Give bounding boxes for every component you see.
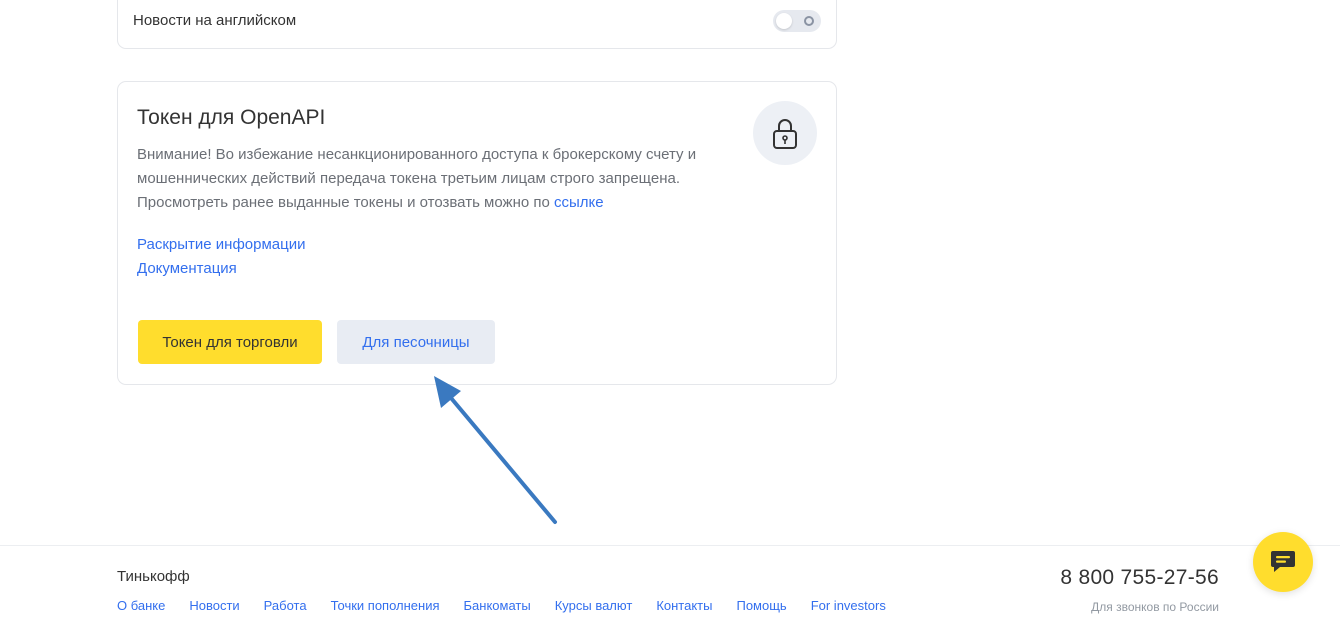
english-news-setting: Новости на английском — [117, 0, 837, 49]
footer-nav: О банке Новости Работа Точки пополнения … — [117, 598, 886, 613]
toggle-off-icon — [804, 16, 814, 26]
disclosure-link[interactable]: Раскрытие информации — [137, 233, 306, 257]
chat-button[interactable] — [1253, 532, 1313, 592]
openapi-token-card: Токен для OpenAPI Внимание! Во избежание… — [117, 81, 837, 385]
warning-line-1: Внимание! Во избежание несанкционированн… — [137, 146, 697, 163]
support-phone[interactable]: 8 800 755-27-56 — [1060, 566, 1219, 590]
footer-link-contacts[interactable]: Контакты — [656, 598, 712, 613]
footer-link-atms[interactable]: Банкоматы — [464, 598, 531, 613]
english-news-toggle[interactable] — [773, 10, 821, 32]
footer-link-investors[interactable]: For investors — [811, 598, 886, 613]
lock-badge — [753, 101, 817, 165]
lock-icon — [773, 119, 797, 149]
english-news-label: Новости на английском — [133, 12, 297, 29]
page: Новости на английском Токен для OpenAPI … — [0, 0, 1340, 617]
tokens-line: Просмотреть ранее выданные токены и отоз… — [137, 191, 737, 215]
footer-link-news[interactable]: Новости — [189, 598, 239, 613]
footer-divider — [0, 545, 1340, 546]
tokens-text: Просмотреть ранее выданные токены и отоз… — [137, 194, 554, 211]
trade-token-button[interactable]: Токен для торговли — [138, 320, 322, 364]
documentation-link[interactable]: Документация — [137, 257, 306, 281]
footer-link-about[interactable]: О банке — [117, 598, 165, 613]
toggle-knob — [776, 13, 792, 29]
chat-icon — [1271, 551, 1295, 572]
tokens-link[interactable]: ссылке — [554, 194, 604, 211]
footer-link-topup-points[interactable]: Точки пополнения — [331, 598, 440, 613]
footer-link-jobs[interactable]: Работа — [264, 598, 307, 613]
warning-text: Внимание! Во избежание несанкционированн… — [137, 143, 737, 215]
footer-link-help[interactable]: Помощь — [736, 598, 786, 613]
info-links: Раскрытие информации Документация — [137, 233, 306, 281]
phone-note: Для звонков по России — [1091, 600, 1219, 614]
sandbox-token-button[interactable]: Для песочницы — [337, 320, 495, 364]
card-title: Токен для OpenAPI — [137, 106, 326, 129]
warning-line-2: мошеннических действий передача токена т… — [137, 170, 680, 187]
footer-brand: Тинькофф — [117, 568, 190, 585]
footer-link-exchange-rates[interactable]: Курсы валют — [555, 598, 633, 613]
